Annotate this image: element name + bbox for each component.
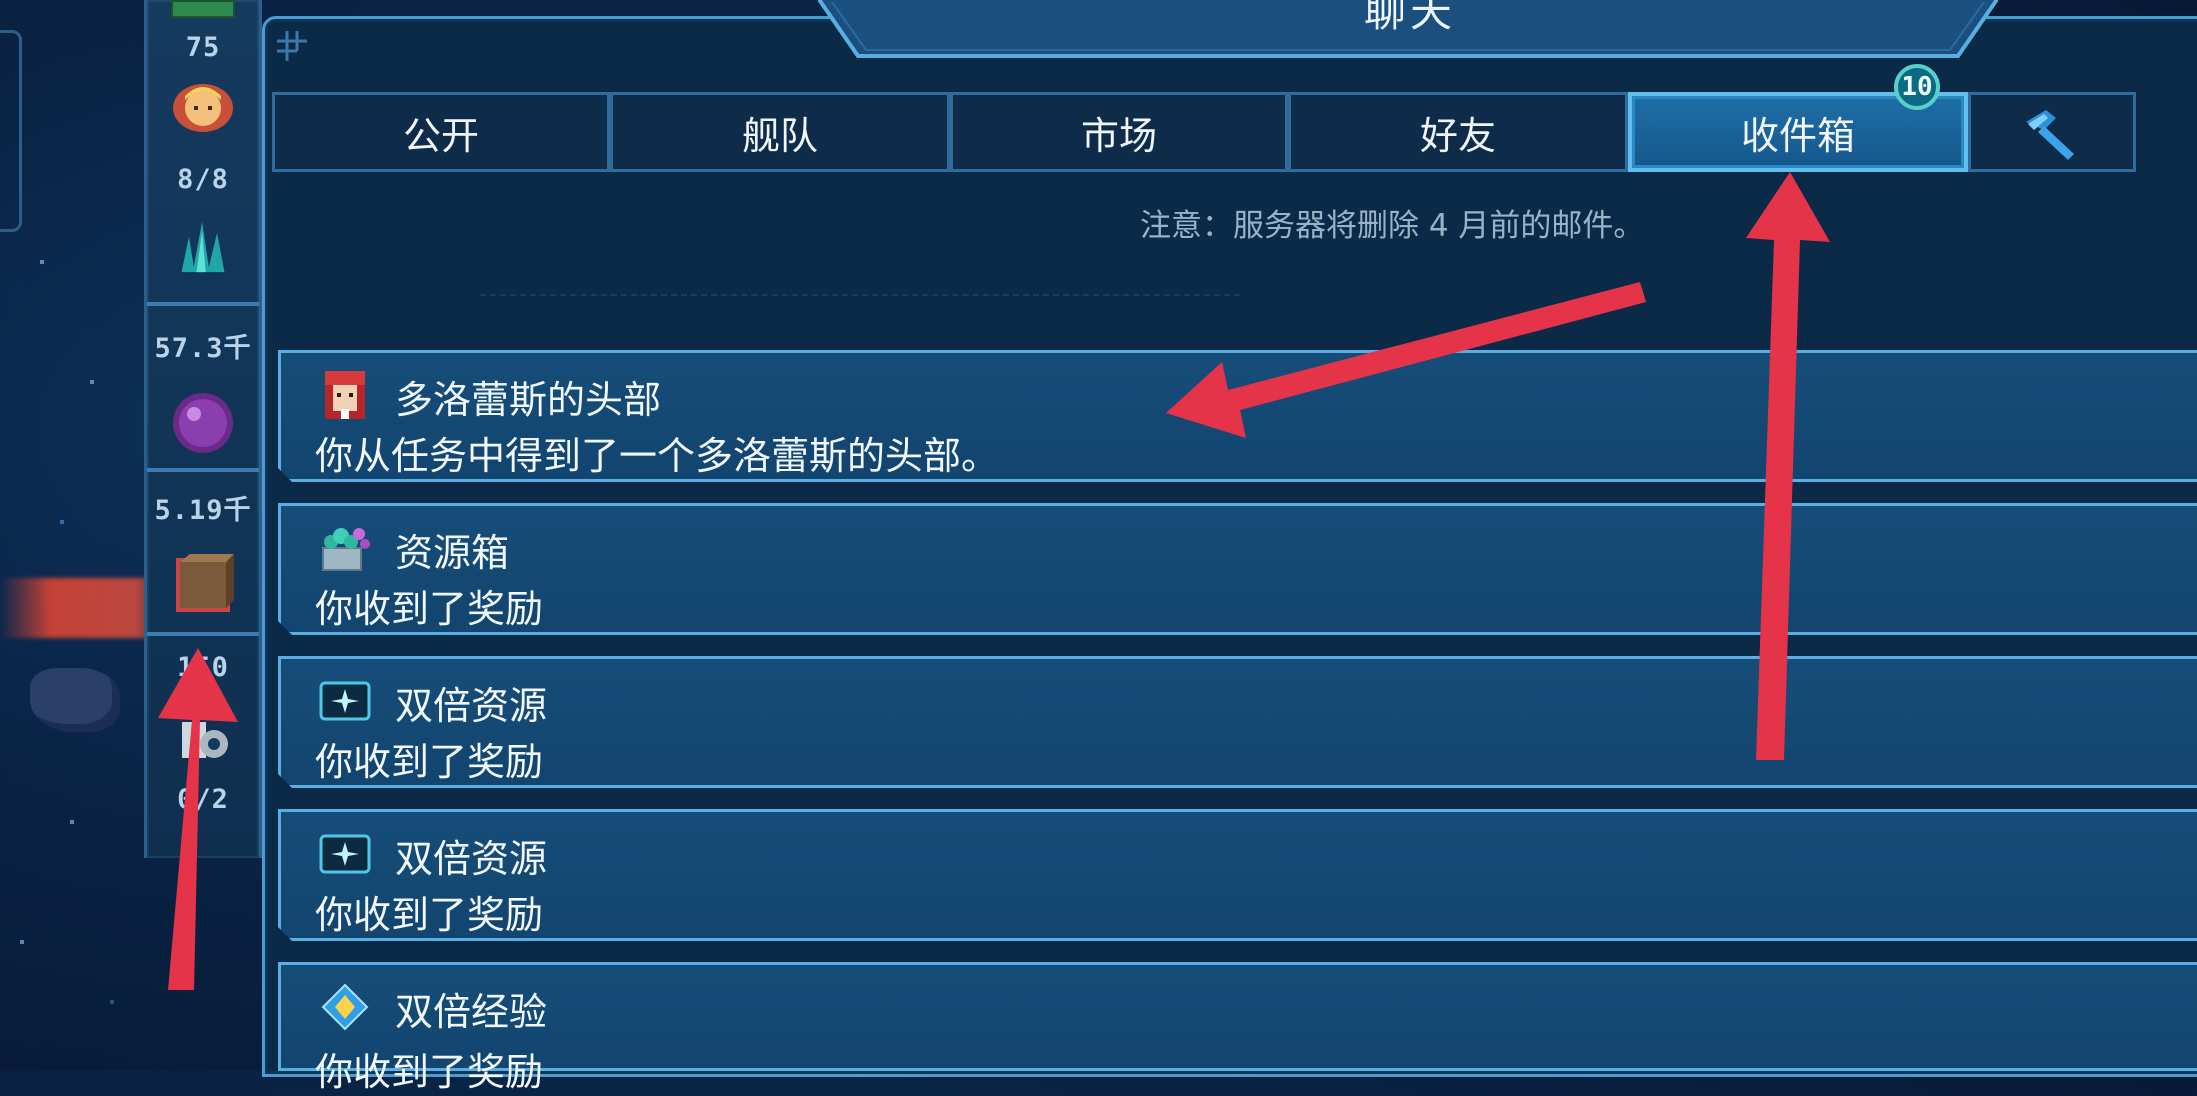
crystal-cluster-icon[interactable] <box>147 218 259 278</box>
corner-ornament <box>277 31 307 61</box>
side-frame <box>0 30 22 232</box>
window-title: 聊天 <box>1363 0 1456 34</box>
tab-market[interactable]: 市场 <box>950 92 1288 172</box>
resource-count: 150 <box>177 652 229 683</box>
resource-strip: 75 8/8 57.3千 5.19千 150 0/2 <box>144 0 262 858</box>
tab-fleet[interactable]: 舰队 <box>610 92 950 172</box>
double-exp-icon <box>321 983 369 1031</box>
mail-body: 你收到了奖励 <box>315 1050 544 1094</box>
double-resource-icon <box>319 675 371 727</box>
tab-label: 市场 <box>1080 113 1157 158</box>
mail-title: 双倍资源 <box>395 684 548 728</box>
mail-body: 你收到了奖励 <box>315 893 544 937</box>
tab-tools[interactable] <box>1968 92 2136 172</box>
mail-title: 双倍资源 <box>395 837 548 881</box>
mail-item[interactable]: 双倍资源 你收到了奖励 <box>278 656 2197 788</box>
resource-count: 57.3千 <box>154 333 252 364</box>
red-hair-portrait-icon <box>319 369 371 421</box>
hammer-icon <box>2026 110 2074 160</box>
mail-item[interactable]: 资源箱 你收到了奖励 <box>278 503 2197 635</box>
tab-label: 公开 <box>402 113 479 158</box>
resource-count: 0/2 <box>177 784 229 815</box>
mail-title: 多洛蕾斯的头部 <box>395 378 662 422</box>
resource-count: 75 <box>185 32 221 63</box>
resource-count: 5.19千 <box>154 495 252 526</box>
crew-portrait-icon[interactable] <box>147 78 259 138</box>
mail-item[interactable]: 多洛蕾斯的头部 你从任务中得到了一个多洛蕾斯的头部。 <box>278 350 2197 482</box>
resource-count: 8/8 <box>177 164 229 195</box>
battery-icon <box>171 0 235 18</box>
tab-label: 收件箱 <box>1740 113 1855 158</box>
gear-cog-icon[interactable] <box>147 712 259 772</box>
mail-item[interactable]: 双倍资源 你收到了奖励 <box>278 809 2197 941</box>
double-resource-icon <box>319 828 371 880</box>
tab-public[interactable]: 公开 <box>272 92 610 172</box>
deletion-notice: 注意：服务器将删除 4 月前的邮件。 <box>1140 208 1645 244</box>
faded-background-text <box>480 294 1240 342</box>
inbox-unread-badge: 10 <box>1894 64 1940 110</box>
mail-body: 你收到了奖励 <box>315 587 544 631</box>
resource-box-icon <box>319 522 371 574</box>
tab-label: 舰队 <box>741 113 818 158</box>
mail-body: 你收到了奖励 <box>315 740 544 784</box>
mail-title: 双倍经验 <box>395 990 548 1034</box>
mail-title: 资源箱 <box>395 531 510 575</box>
tab-label: 好友 <box>1419 113 1496 158</box>
purple-orb-icon[interactable] <box>147 390 259 460</box>
mail-body: 你从任务中得到了一个多洛蕾斯的头部。 <box>315 434 1000 478</box>
asteroid <box>30 668 120 732</box>
crate-icon[interactable] <box>147 548 259 622</box>
tab-friends[interactable]: 好友 <box>1288 92 1628 172</box>
mail-item[interactable]: 双倍经验 你收到了奖励 <box>278 962 2197 1094</box>
